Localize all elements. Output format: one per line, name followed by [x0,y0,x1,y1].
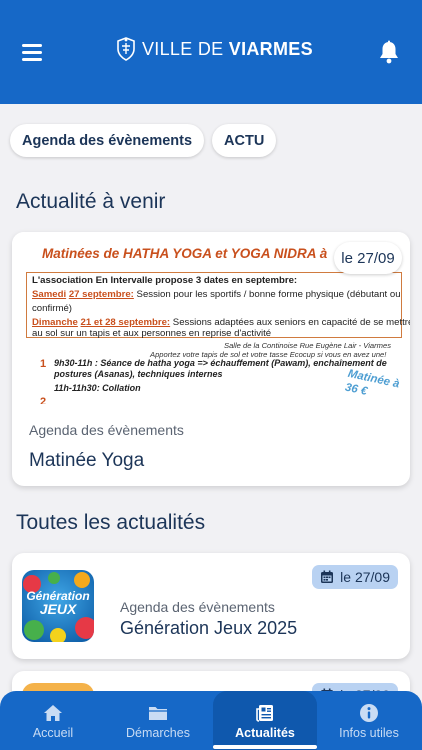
news-title: Génération Jeux 2025 [120,618,298,638]
logo-prefix: VILLE DE [142,38,224,59]
hamburger-menu-icon[interactable] [22,44,42,61]
poster-step-number: 2 [40,396,47,404]
tab-label: Démarches [126,726,190,740]
tab-demarches[interactable]: Démarches [112,691,204,750]
poster-line-saturday-cont: confirmé) [32,303,72,314]
tab-label: Actualités [235,726,295,740]
section-title-all-news: Toutes les actualités [16,511,206,534]
poster-item-collation: 11h-11h30: Collation [54,383,141,393]
news-date: le 27/09 [340,569,390,585]
tab-accueil[interactable]: Accueil [14,691,92,750]
poster-item-session-cont: postures (Asanas), techniques internes [54,369,223,379]
tab-actualites[interactable]: Actualités [213,691,317,750]
news-list-item[interactable]: Génération JEUX le 27/09 Agenda des évèn… [12,553,410,659]
poster-item-session: 9h30-11h : Séance de hatha yoga => échau… [54,358,387,368]
tab-label: Infos utiles [339,726,399,740]
poster-title: Matinées de HATHA YOGA et YOGA NIDRA à [42,246,328,261]
section-title-upcoming: Actualité à venir [16,190,166,213]
card-category: Agenda des évènements [29,422,184,438]
app-header: VILLE DE VIARMES [0,0,422,104]
poster-price-stamp: Matinée à 36 € [343,367,401,398]
card-title: Matinée Yoga [29,450,145,471]
filter-chips: Agenda des évènements ACTU [10,124,277,157]
bell-icon[interactable] [378,40,400,64]
calendar-icon [321,570,334,583]
featured-news-card[interactable]: Matinées de HATHA YOGA et YOGA NIDRA à L… [12,232,410,486]
folder-icon [149,707,167,720]
home-icon [44,705,62,721]
news-thumbnail: Génération JEUX [22,570,94,642]
poster-intro: L'association En Intervalle propose 3 da… [32,275,298,286]
chip-agenda-evenements[interactable]: Agenda des évènements [10,124,205,157]
app-title: VILLE DE VIARMES [142,39,313,60]
event-poster-image: Matinées de HATHA YOGA et YOGA NIDRA à L… [12,232,410,404]
poster-step-number: 1 [40,358,47,370]
active-tab-underline [213,745,317,749]
city-crest-icon [117,37,135,61]
poster-line-sunday-cont: au sol sur un tapis et aux personnes en … [32,328,272,339]
news-category: Agenda des évènements [120,599,275,615]
chip-actu[interactable]: ACTU [212,124,277,157]
app-logo: VILLE DE VIARMES [116,36,313,62]
info-icon [360,704,378,722]
event-date-badge: le 27/09 [334,242,402,274]
news-date-badge: le 27/09 [312,565,398,589]
tab-infos-utiles[interactable]: Infos utiles [326,691,412,750]
bottom-tab-bar: Accueil Démarches Actualités Infos utile… [0,691,422,750]
logo-name: VIARMES [228,38,313,59]
newspaper-icon [256,705,273,722]
tab-label: Accueil [32,726,74,740]
poster-venue: Salle de la Continoise Rue Eugène Lair -… [224,341,392,350]
thumbnail-caption: Génération JEUX [26,589,90,617]
poster-line-sunday: Dimanche 21 et 28 septembre: Sessions ad… [32,317,410,328]
poster-line-saturday: Samedi 27 septembre: Session pour les sp… [32,289,401,300]
